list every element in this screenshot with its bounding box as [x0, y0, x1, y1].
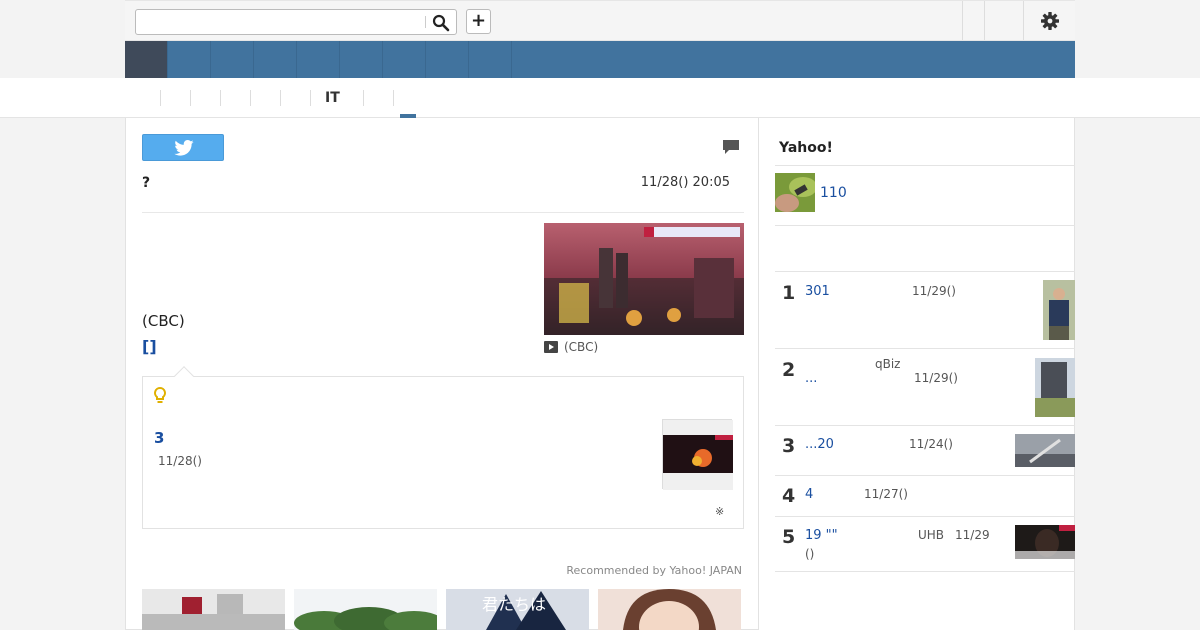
- rank-title: 301: [805, 284, 830, 299]
- gear-icon[interactable]: [1040, 11, 1060, 31]
- rank-date: 11/27(): [864, 487, 908, 501]
- nav-item[interactable]: [168, 41, 211, 78]
- article-headline: ?: [142, 175, 151, 191]
- ranking-item[interactable]: 1 301 11/29(): [775, 272, 1075, 349]
- sidebar: Yahoo! 110 1 301 11/29() 2 ... qBiz 11/2…: [759, 118, 1075, 630]
- ranking-item[interactable]: 4 4 11/27(): [775, 476, 1075, 517]
- divider: [775, 225, 1075, 226]
- rank-date: 11/29(): [912, 284, 956, 298]
- rank-title: ...: [805, 371, 818, 386]
- read-more-link[interactable]: []: [142, 337, 157, 356]
- search-input[interactable]: [136, 10, 426, 34]
- rank-number: 1: [782, 282, 796, 304]
- rank-thumbnail: [1035, 358, 1075, 417]
- rank-thumbnail: [1043, 280, 1075, 340]
- divider: [1023, 1, 1024, 40]
- comment-icon[interactable]: [722, 138, 740, 156]
- rank-number: 3: [782, 435, 796, 457]
- recommended-item[interactable]: 君たちは: [446, 589, 589, 630]
- nav-item[interactable]: [426, 41, 469, 78]
- top-bar: +: [125, 0, 1075, 41]
- subnav-item[interactable]: [220, 90, 221, 106]
- recommended-row: 君たちは: [142, 589, 744, 630]
- divider: [962, 1, 963, 40]
- sub-category-nav: IT: [125, 78, 1075, 118]
- article-date: 11/28() 20:05: [640, 175, 730, 190]
- lightbulb-icon: [154, 387, 166, 403]
- pickup-thumbnail[interactable]: [775, 173, 815, 212]
- subnav-item[interactable]: [310, 90, 311, 106]
- nav-item[interactable]: [297, 41, 340, 78]
- rank-number: 4: [782, 485, 796, 507]
- nav-item[interactable]: [254, 41, 297, 78]
- twitter-icon: [174, 140, 194, 156]
- recommended-item[interactable]: [142, 589, 285, 630]
- sidebar-title: Yahoo!: [779, 140, 833, 156]
- recommended-item[interactable]: [598, 589, 741, 630]
- rank-source: UHB: [918, 528, 945, 542]
- rank-title: 4: [805, 487, 814, 502]
- subnav-item[interactable]: [190, 90, 191, 106]
- video-source-label[interactable]: (CBC): [544, 340, 598, 354]
- related-article-thumbnail[interactable]: [662, 419, 733, 490]
- subnav-item[interactable]: [393, 90, 394, 106]
- tweet-button[interactable]: [142, 134, 224, 161]
- article-panel: ? 11/28() 20:05 (CBC) [] (CBC) 3 11/28()…: [125, 118, 759, 630]
- video-source-text: (CBC): [564, 340, 599, 354]
- rank-date: 11/24(): [909, 437, 953, 451]
- nav-item[interactable]: [469, 41, 512, 78]
- related-article-box: 3 11/28() ※: [142, 366, 744, 529]
- related-article-link[interactable]: 3: [154, 429, 164, 447]
- category-nav: [125, 41, 1075, 78]
- rank-number: 2: [782, 359, 796, 381]
- rank-thumbnail: [1015, 525, 1075, 559]
- rank-source: qBiz: [875, 357, 901, 371]
- related-article-date: 11/28(): [158, 454, 202, 468]
- article-source: (CBC): [142, 312, 185, 330]
- article-video-thumbnail[interactable]: [544, 223, 744, 335]
- nav-item-top[interactable]: [125, 41, 168, 78]
- divider: [142, 212, 744, 213]
- rank-date: 11/29: [955, 528, 990, 542]
- rank-thumbnail: [1015, 434, 1075, 467]
- rank-number: 5: [782, 526, 796, 548]
- subnav-item[interactable]: [363, 90, 364, 106]
- subnav-item-it[interactable]: IT: [325, 90, 340, 106]
- box-notch: [174, 366, 194, 386]
- recommended-item[interactable]: [294, 589, 437, 630]
- recommended-label: Recommended by Yahoo! JAPAN: [566, 564, 742, 577]
- ranking-item[interactable]: 5 19 "" () UHB 11/29: [775, 517, 1075, 572]
- rank-title: 19 "": [805, 528, 838, 543]
- nav-item[interactable]: [340, 41, 383, 78]
- subnav-item[interactable]: [280, 90, 281, 106]
- recommended-item-text: 君たちは: [482, 595, 547, 614]
- related-note: ※: [715, 505, 725, 518]
- search-icon[interactable]: [432, 14, 450, 32]
- ranking-item[interactable]: 3 ...20 11/24(): [775, 426, 1075, 476]
- search-box[interactable]: [135, 9, 457, 35]
- divider: [775, 165, 1075, 166]
- rank-title-suffix: (): [805, 547, 815, 561]
- pickup-link[interactable]: 110: [820, 185, 847, 201]
- nav-item[interactable]: [383, 41, 426, 78]
- divider: [984, 1, 985, 40]
- nav-item[interactable]: [211, 41, 254, 78]
- subnav-item[interactable]: [160, 90, 161, 106]
- rank-date: 11/29(): [914, 371, 958, 385]
- add-button[interactable]: +: [466, 9, 491, 34]
- rank-title: ...20: [805, 437, 834, 452]
- subnav-item[interactable]: [250, 90, 251, 106]
- ranking-item[interactable]: 2 ... qBiz 11/29(): [775, 349, 1075, 426]
- play-icon: [544, 341, 558, 353]
- search-divider: [425, 16, 426, 28]
